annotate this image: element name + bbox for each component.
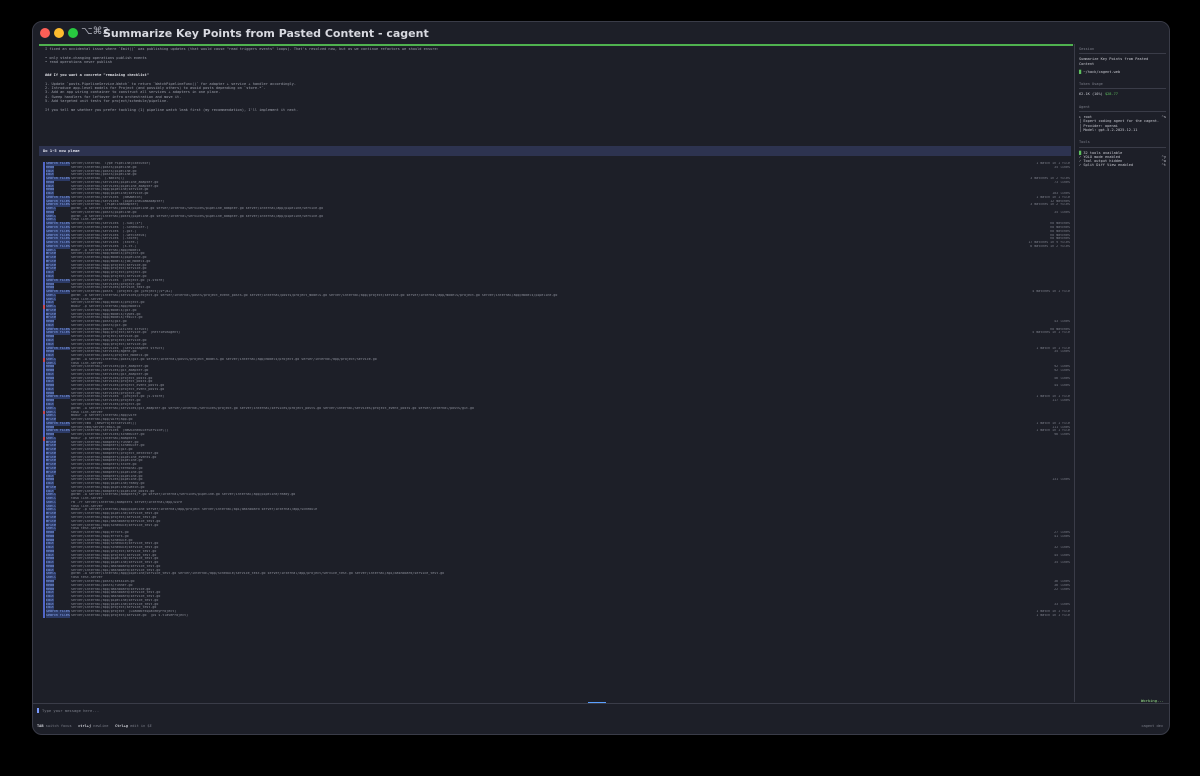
window-title: Summarize Key Points from Pasted Content…	[103, 27, 429, 40]
tool-name: Search files	[46, 613, 70, 618]
app-window: ⌥⌘2 Summarize Key Points from Pasted Con…	[32, 21, 1170, 735]
chat-panel: I fixed an accidental issue where `Emit(…	[37, 44, 1073, 702]
tools-header: Tools	[1079, 140, 1090, 145]
message-input[interactable]: Type your message here...	[33, 703, 1169, 718]
session-header: Session	[1079, 47, 1095, 51]
tool-status-bar	[43, 613, 45, 618]
close-button[interactable]	[40, 28, 50, 38]
app-version: cagent dev	[1141, 724, 1163, 728]
sidebar: Session Summarize Key Points from Pasted…	[1074, 44, 1169, 702]
tool-argument: server/internal/app/project/service.go (…	[71, 613, 189, 617]
message-line: If you tell me whether you prefer tackli…	[45, 107, 299, 112]
tool-result: 1 match in 1 file	[1036, 613, 1070, 617]
message-line: I fixed an accidental issue where `Emit(…	[45, 47, 439, 51]
zoom-button[interactable]	[68, 28, 78, 38]
tool-call-list: Search files server/internal Type Pipelin…	[43, 162, 1073, 702]
assistant-message: I fixed an accidental issue where `Emit(…	[45, 47, 439, 112]
progress-bar	[39, 44, 1073, 46]
message-placeholder: Type your message here...	[42, 708, 100, 713]
token-header: Token Usage	[1079, 82, 1103, 87]
minimize-button[interactable]	[54, 28, 64, 38]
tool-call-row[interactable]: Search files server/internal/app/project/…	[43, 613, 1073, 618]
text-cursor	[37, 708, 39, 713]
user-prompt: Do 1-5 now pleae	[43, 148, 80, 153]
agent-header: Agent	[1079, 104, 1090, 109]
keybinding-hints: TAB switch focus ctrl+j newline Ctrl+g e…	[37, 724, 152, 728]
user-prompt-band	[39, 146, 1071, 156]
session-title: Summarize Key Points from Pasted Content	[1079, 57, 1149, 66]
split-diff-toggle[interactable]: ✓ Split Diff View enabled ^t	[1075, 163, 1169, 167]
title-bar: ⌥⌘2 Summarize Key Points from Pasted Con…	[33, 22, 1169, 44]
